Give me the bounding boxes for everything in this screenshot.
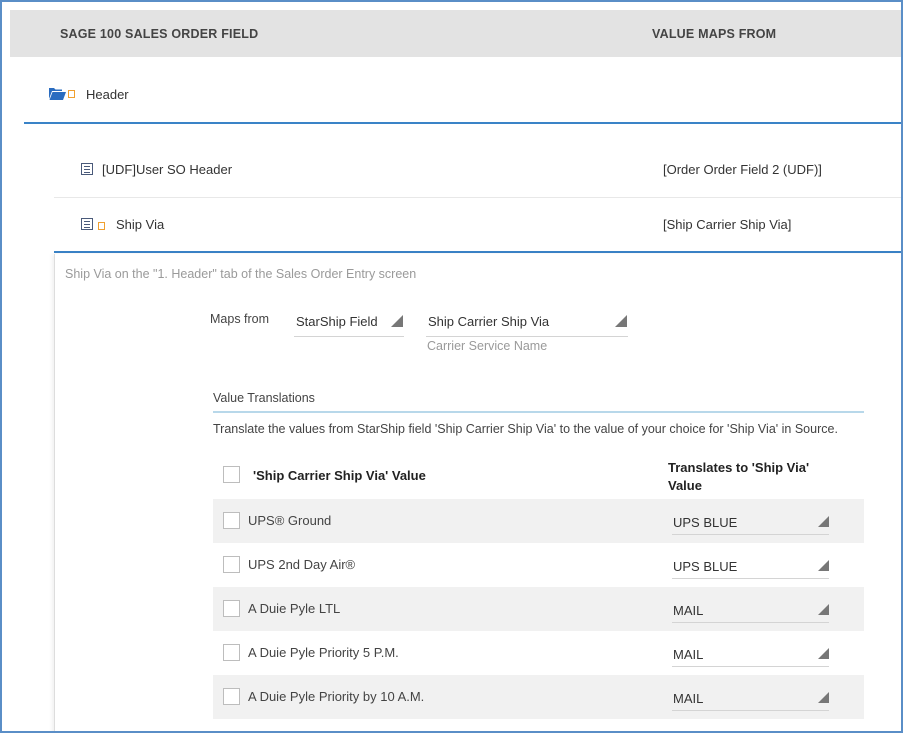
translated-value-select[interactable]: UPS BLUE (672, 511, 829, 535)
source-value: A Duie Pyle LTL (248, 601, 341, 616)
row-checkbox[interactable] (223, 688, 240, 705)
translated-value-select[interactable]: MAIL (672, 687, 829, 711)
dropdown-arrow-icon (391, 315, 403, 327)
mapping-status-icon (68, 90, 75, 98)
translation-row: UPS 2nd Day Air® UPS BLUE (213, 543, 864, 587)
translated-value: UPS BLUE (673, 515, 738, 530)
field-description: Ship Via on the "1. Header" tab of the S… (65, 267, 417, 281)
dropdown-arrow-icon (615, 315, 627, 327)
list-icon (81, 218, 93, 230)
row-checkbox[interactable] (223, 600, 240, 617)
dropdown-arrow-icon (818, 604, 829, 615)
field-row[interactable]: [UDF]User SO Header [Order Order Field 2… (54, 143, 901, 198)
source-value: UPS® Ground (248, 513, 332, 528)
dropdown-arrow-icon (818, 692, 829, 703)
group-row-header[interactable]: Header (24, 58, 901, 124)
column-maps-from-title: VALUE MAPS FROM (652, 27, 777, 41)
source-value: A Duie Pyle Priority by 10 A.M. (248, 689, 425, 704)
column-field-title: SAGE 100 SALES ORDER FIELD (60, 27, 259, 41)
translated-value: MAIL (673, 603, 704, 618)
dropdown-arrow-icon (818, 560, 829, 571)
row-checkbox[interactable] (223, 512, 240, 529)
translated-value: UPS BLUE (673, 559, 738, 574)
field-row-selected[interactable]: Ship Via [Ship Carrier Ship Via] (54, 198, 901, 253)
translation-row: A Duie Pyle LTL MAIL (213, 587, 864, 631)
table-header-source-value: 'Ship Carrier Ship Via' Value (253, 468, 426, 483)
column-header: SAGE 100 SALES ORDER FIELD VALUE MAPS FR… (10, 10, 901, 57)
value-translations-title: Value Translations (213, 391, 864, 413)
field-mapped-value: [Order Order Field 2 (UDF)] (663, 162, 822, 177)
mapping-panel: SAGE 100 SALES ORDER FIELD VALUE MAPS FR… (0, 0, 903, 733)
list-icon (81, 163, 93, 175)
source-field-hint: Carrier Service Name (427, 339, 548, 353)
translation-row: UPS® Ground UPS BLUE (213, 499, 864, 543)
translated-value-select[interactable]: MAIL (672, 599, 829, 623)
source-value: A Duie Pyle Priority 5 P.M. (248, 645, 399, 660)
translated-value-select[interactable]: MAIL (672, 643, 829, 667)
select-all-checkbox[interactable] (223, 466, 240, 483)
group-label: Header (86, 87, 129, 102)
field-mapped-value: [Ship Carrier Ship Via] (663, 217, 792, 232)
translation-row: A Duie Pyle Priority 5 P.M. MAIL (213, 631, 864, 675)
mapping-status-icon (98, 222, 105, 230)
translation-row: A Duie Pyle Priority by 10 A.M. MAIL (213, 675, 864, 719)
dropdown-arrow-icon (818, 516, 829, 527)
source-type-value: StarShip Field (296, 314, 378, 329)
table-header-translated-value: Translates to 'Ship Via' Value (668, 460, 810, 493)
maps-from-label: Maps from (210, 312, 270, 326)
field-label: [UDF]User SO Header (102, 162, 233, 177)
field-detail-panel: Ship Via on the "1. Header" tab of the S… (54, 254, 901, 731)
translated-value: MAIL (673, 647, 704, 662)
value-translations-description: Translate the values from StarShip field… (213, 422, 838, 436)
dropdown-arrow-icon (818, 648, 829, 659)
source-field-value: Ship Carrier Ship Via (428, 314, 550, 329)
translated-value-select[interactable]: UPS BLUE (672, 555, 829, 579)
source-field-select[interactable]: Ship Carrier Ship Via (426, 314, 628, 337)
field-label: Ship Via (116, 217, 165, 232)
source-value: UPS 2nd Day Air® (248, 557, 356, 572)
row-checkbox[interactable] (223, 644, 240, 661)
folder-open-icon (49, 88, 66, 100)
translated-value: MAIL (673, 691, 704, 706)
row-checkbox[interactable] (223, 556, 240, 573)
source-type-select[interactable]: StarShip Field (294, 314, 404, 337)
